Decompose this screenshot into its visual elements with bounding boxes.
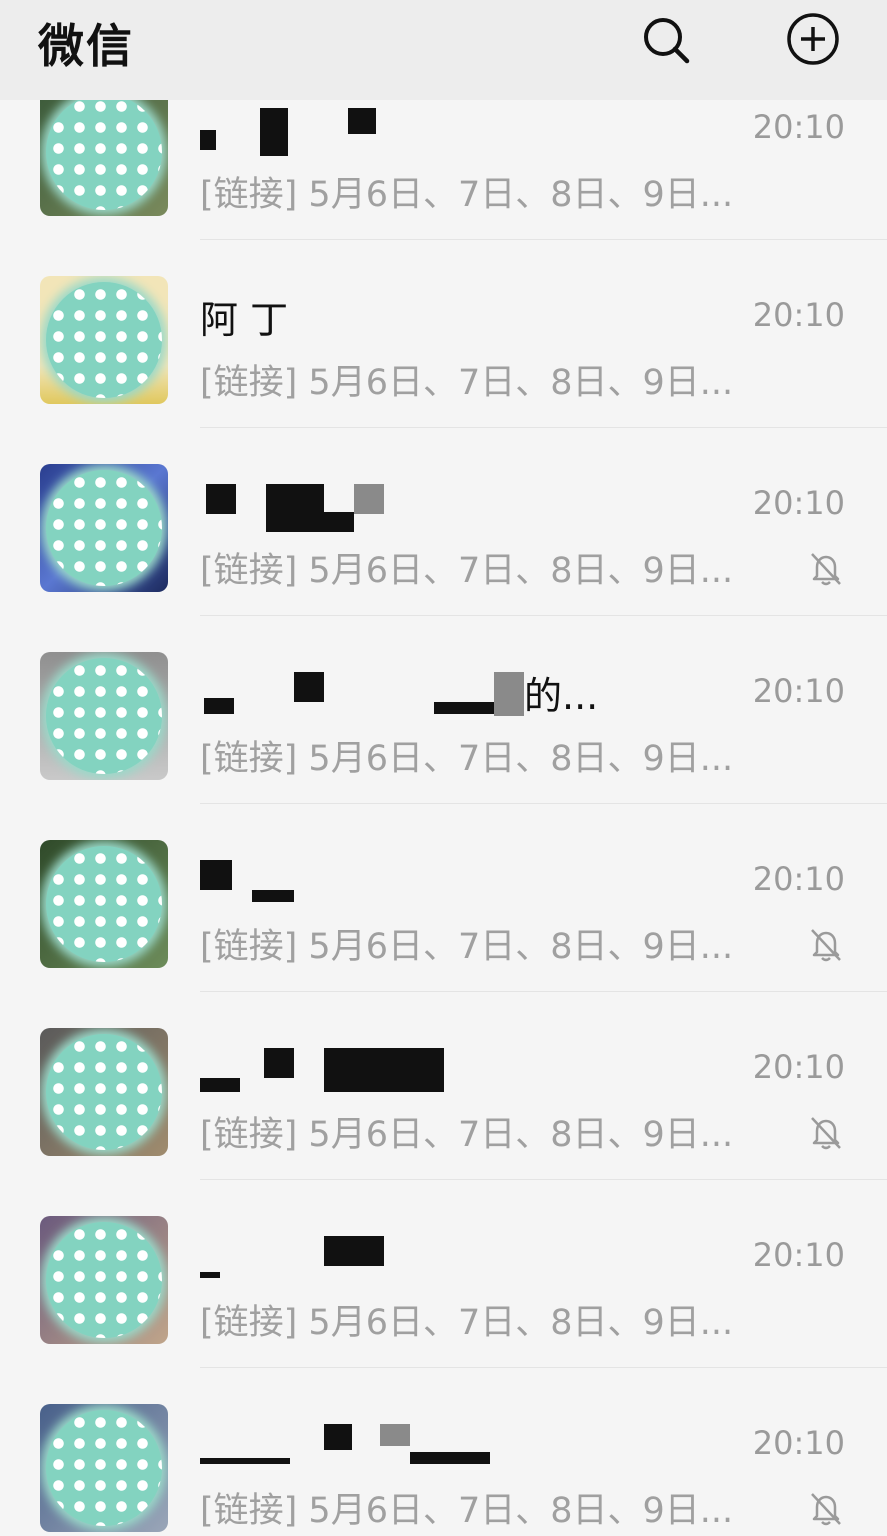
chat-time: 20:10 bbox=[752, 1236, 845, 1274]
chat-preview: [链接] 5月6日、7日、8日、9日... bbox=[200, 1491, 734, 1531]
mute-bell-icon bbox=[811, 553, 841, 586]
chat-time: 20:10 bbox=[752, 860, 845, 898]
chat-time: 20:10 bbox=[752, 1048, 845, 1086]
add-button[interactable] bbox=[784, 12, 840, 68]
mute-bell-icon bbox=[811, 929, 841, 962]
avatar bbox=[40, 652, 168, 780]
chat-name bbox=[200, 1048, 660, 1096]
chat-preview: [链接] 5月6日、7日、8日、9日... bbox=[200, 175, 734, 215]
chat-time: 20:10 bbox=[752, 484, 845, 522]
chat-preview: [链接] 5月6日、7日、8日、9日... bbox=[200, 363, 734, 403]
chat-row[interactable]: 20:10 [链接] 5月6日、7日、8日、9日... bbox=[0, 992, 887, 1180]
search-button[interactable] bbox=[638, 12, 694, 68]
chat-row[interactable]: 20:10 [链接] 5月6日、7日、8日、9日... bbox=[0, 1368, 887, 1536]
top-bar: 微信 bbox=[0, 0, 887, 100]
app-title: 微信 bbox=[38, 19, 134, 73]
chat-name bbox=[200, 860, 660, 908]
chat-time: 20:10 bbox=[752, 1424, 845, 1462]
chat-time: 20:10 bbox=[752, 672, 845, 710]
chat-preview: [链接] 5月6日、7日、8日、9日... bbox=[200, 927, 734, 967]
avatar bbox=[40, 1028, 168, 1156]
chat-row[interactable]: 20:10 [链接] 5月6日、7日、8日、9日... bbox=[0, 1180, 887, 1368]
avatar bbox=[40, 276, 168, 404]
avatar bbox=[40, 1404, 168, 1532]
chat-row[interactable]: 20:10 [链接] 5月6日、7日、8日、9日... bbox=[0, 804, 887, 992]
chat-name bbox=[200, 484, 660, 532]
chat-row[interactable]: 20:10 [链接] 5月6日、7日、8日、9日... bbox=[0, 428, 887, 616]
mute-bell-icon bbox=[811, 1117, 841, 1150]
chat-time: 20:10 bbox=[752, 108, 845, 146]
chat-name bbox=[200, 1236, 660, 1284]
chat-list[interactable]: 20:10 [链接] 5月6日、7日、8日、9日... 阿 丁 20:10 [链… bbox=[0, 52, 887, 1536]
search-icon bbox=[644, 18, 690, 64]
chat-name bbox=[200, 108, 660, 156]
chat-row[interactable]: 的... 20:10 [链接] 5月6日、7日、8日、9日... bbox=[0, 616, 887, 804]
chat-name: 阿 丁 bbox=[200, 298, 289, 342]
chat-preview: [链接] 5月6日、7日、8日、9日... bbox=[200, 551, 734, 591]
avatar bbox=[40, 464, 168, 592]
mute-bell-icon bbox=[811, 1493, 841, 1526]
plus-circle-icon bbox=[787, 13, 839, 65]
chat-preview: [链接] 5月6日、7日、8日、9日... bbox=[200, 739, 734, 779]
avatar bbox=[40, 840, 168, 968]
chat-row[interactable]: 阿 丁 20:10 [链接] 5月6日、7日、8日、9日... bbox=[0, 240, 887, 428]
avatar bbox=[40, 88, 168, 216]
chat-name: 的... bbox=[200, 672, 660, 720]
chat-preview: [链接] 5月6日、7日、8日、9日... bbox=[200, 1115, 734, 1155]
chat-name bbox=[200, 1424, 660, 1472]
chat-preview: [链接] 5月6日、7日、8日、9日... bbox=[200, 1303, 734, 1343]
avatar bbox=[40, 1216, 168, 1344]
chat-time: 20:10 bbox=[752, 296, 845, 334]
